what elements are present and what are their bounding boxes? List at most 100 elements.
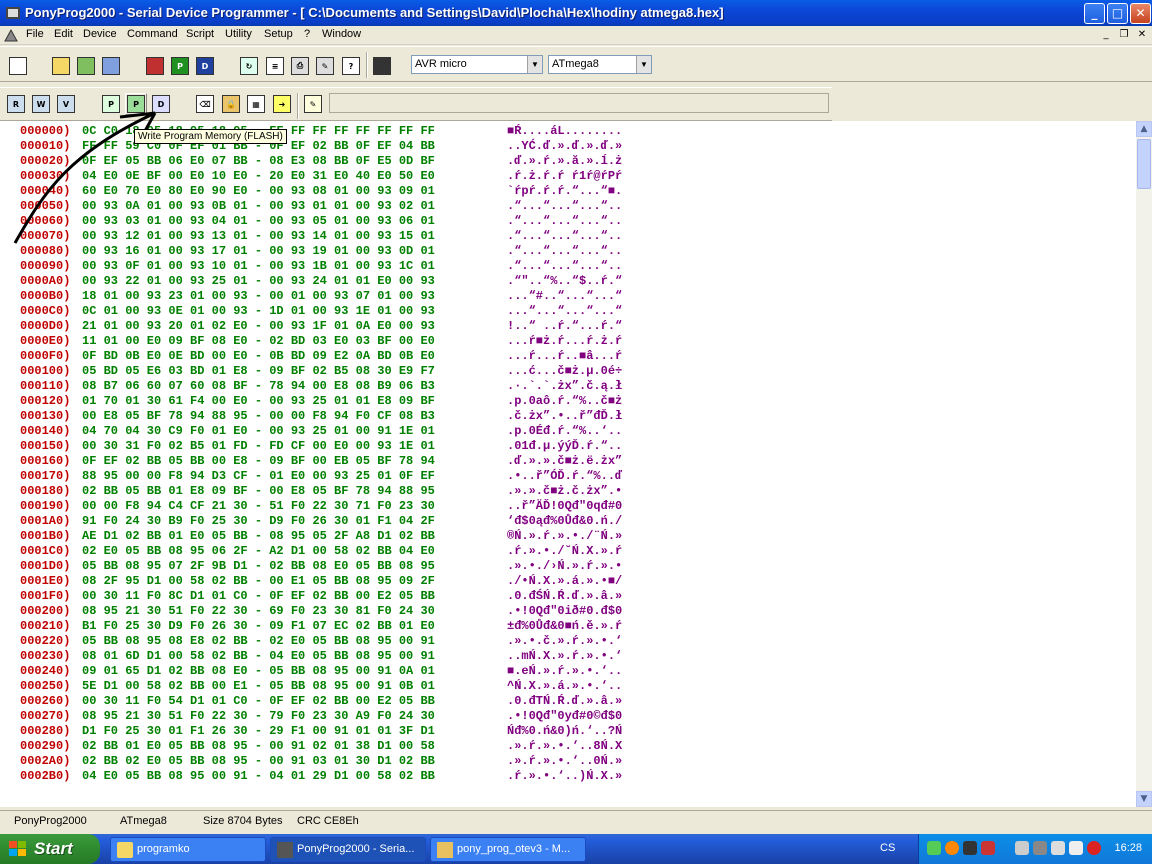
hex-row[interactable]: 0000D0) 21 01 00 93 20 01 02 E0 - 00 93 1… — [0, 319, 1136, 334]
row-ascii[interactable]: ^Ń.X.».á.».•.‘.. — [507, 679, 622, 693]
close-button[interactable]: ✕ — [1130, 3, 1151, 24]
open-program-button[interactable] — [75, 55, 97, 77]
row-hex-bytes[interactable]: 00 E8 05 BF 78 94 88 95 - 00 00 F8 94 F0… — [82, 409, 435, 423]
hex-row[interactable]: 0000C0) 0C 01 00 93 0E 01 00 93 - 1D 01 0… — [0, 304, 1136, 319]
scroll-up-button[interactable]: ▲ — [1136, 121, 1152, 137]
edit-note-button[interactable]: ≡ — [264, 55, 286, 77]
row-hex-bytes[interactable]: 00 30 31 F0 02 B5 01 FD - FD CF 00 E0 00… — [82, 439, 435, 453]
start-button[interactable]: Start — [0, 834, 100, 864]
hex-row[interactable]: 0001D0) 05 BB 08 95 07 2F 9B D1 - 02 BB 0… — [0, 559, 1136, 574]
row-ascii[interactable]: .p.0Éđ.ŕ.“%..‘.. — [507, 424, 622, 438]
row-ascii[interactable]: .“...“...“...“.. — [507, 244, 622, 258]
row-hex-bytes[interactable]: 01 70 01 30 61 F4 00 E0 - 00 93 25 01 01… — [82, 394, 435, 408]
mdi-restore-button[interactable]: ❐ — [1117, 29, 1131, 41]
lock-button[interactable]: 🔒 — [220, 93, 242, 115]
menu-utility[interactable]: Utility — [225, 28, 252, 40]
minimize-button[interactable]: _ — [1084, 3, 1105, 24]
row-ascii[interactable]: .ŕ.ż.ŕ.ŕ ŕ1ŕ@ŕPŕ — [507, 169, 622, 183]
hex-row[interactable]: 0001E0) 08 2F 95 D1 00 58 02 BB - 00 E1 0… — [0, 574, 1136, 589]
hex-row[interactable]: 000250) 5E D1 00 58 02 BB 00 E1 - 05 BB 0… — [0, 679, 1136, 694]
config-bits-button[interactable]: ▦ — [245, 93, 267, 115]
row-hex-bytes[interactable]: 5E D1 00 58 02 BB 00 E1 - 05 BB 08 95 00… — [82, 679, 435, 693]
menu-window[interactable]: Window — [322, 28, 361, 40]
note-field[interactable] — [329, 93, 829, 113]
open-button[interactable] — [50, 55, 72, 77]
row-ascii[interactable]: .·.`.`.żx”.č.ą.ł — [507, 379, 622, 393]
row-ascii[interactable]: ‘đ$0ąđ%0Ůđ&0.ń./ — [507, 514, 622, 528]
row-hex-bytes[interactable]: 05 BB 08 95 07 2F 9B D1 - 02 BB 08 E0 05… — [82, 559, 435, 573]
row-ascii[interactable]: .ď.».».č■ż.ë.żx” — [507, 454, 622, 468]
volume-icon[interactable] — [1069, 841, 1083, 855]
tray-icon-6[interactable] — [1033, 841, 1047, 855]
row-hex-bytes[interactable]: 88 95 00 00 F8 94 D3 CF - 01 E0 00 93 25… — [82, 469, 435, 483]
hex-row[interactable]: 000140) 04 70 04 30 C9 F0 01 E0 - 00 93 2… — [0, 424, 1136, 439]
vertical-scrollbar[interactable]: ▲ ▼ — [1136, 121, 1152, 807]
erase-button[interactable]: ⌫ — [194, 93, 216, 115]
save-button[interactable] — [144, 55, 166, 77]
device-type-select[interactable]: ATmega8 ▼ — [548, 55, 652, 74]
row-hex-bytes[interactable]: B1 F0 25 30 D9 F0 26 30 - 09 F1 07 EC 02… — [82, 619, 435, 633]
row-ascii[interactable]: ...ŕ...ŕ..■â...ŕ — [507, 349, 622, 363]
save-program-button[interactable]: P — [169, 55, 191, 77]
hex-row[interactable]: 0001F0) 00 30 11 F0 8C D1 01 C0 - 0F EF 0… — [0, 589, 1136, 604]
hex-row[interactable]: 0000E0) 11 01 00 E0 09 BF 08 E0 - 02 BD 0… — [0, 334, 1136, 349]
row-ascii[interactable]: .“...“...“...“.. — [507, 259, 622, 273]
program-button[interactable]: ➜ — [271, 93, 293, 115]
document-icon[interactable] — [3, 28, 19, 43]
reload-button[interactable]: ↻ — [238, 55, 260, 77]
hex-row[interactable]: 000100) 05 BD 05 E6 03 BD 01 E8 - 09 BF 0… — [0, 364, 1136, 379]
row-ascii[interactable]: .0.đŚŃ.Ŕ.ď.».â.» — [507, 589, 622, 603]
hex-row[interactable]: 000170) 88 95 00 00 F8 94 D3 CF - 01 E0 0… — [0, 469, 1136, 484]
row-ascii[interactable]: Ńđ%0.ń&0)ń.‘..?Ń — [507, 724, 622, 738]
row-hex-bytes[interactable]: 08 01 6D D1 00 58 02 BB - 04 E0 05 BB 08… — [82, 649, 435, 663]
row-hex-bytes[interactable]: 00 93 22 01 00 93 25 01 - 00 93 24 01 01… — [82, 274, 435, 288]
row-hex-bytes[interactable]: 02 BB 02 E0 05 BB 08 95 - 00 91 03 01 30… — [82, 754, 435, 768]
row-ascii[interactable]: !..“ ..ŕ.“...ŕ.“ — [507, 319, 622, 333]
security-icon[interactable] — [1087, 841, 1101, 855]
row-ascii[interactable]: ...“#..“...“...“ — [507, 289, 622, 303]
hex-row[interactable]: 000180) 02 BB 05 BB 01 E8 09 BF - 00 E8 0… — [0, 484, 1136, 499]
row-hex-bytes[interactable]: 08 95 21 30 51 F0 22 30 - 69 F0 23 30 81… — [82, 604, 435, 618]
row-ascii[interactable]: ■.eŃ.».ŕ.».•.‘.. — [507, 664, 622, 678]
hex-row[interactable]: 0001C0) 02 E0 05 BB 08 95 06 2F - A2 D1 0… — [0, 544, 1136, 559]
tray-icon-4[interactable] — [981, 841, 995, 855]
row-ascii[interactable]: ®Ń.».ŕ.».•./¨Ń.» — [507, 529, 622, 543]
row-ascii[interactable]: .ď.».ŕ.».ă.».ĺ.ż — [507, 154, 622, 168]
row-hex-bytes[interactable]: 08 2F 95 D1 00 58 02 BB - 00 E1 05 BB 08… — [82, 574, 435, 588]
row-ascii[interactable]: `ŕpŕ.ŕ.ŕ.“...“■. — [507, 184, 622, 198]
hex-row[interactable]: 000260) 00 30 11 F0 54 D1 01 C0 - 0F EF 0… — [0, 694, 1136, 709]
row-ascii[interactable]: ...ć...č■ż.µ.0é÷ — [507, 364, 622, 378]
row-hex-bytes[interactable]: 00 00 F8 94 C4 CF 21 30 - 51 F0 22 30 71… — [82, 499, 435, 513]
new-window-button[interactable] — [7, 55, 29, 77]
title-bar[interactable]: PonyProg2000 - Serial Device Programmer … — [0, 0, 1152, 26]
row-ascii[interactable]: .“...“...“...“.. — [507, 229, 622, 243]
hex-row[interactable]: 0000B0) 18 01 00 93 23 01 00 93 - 00 01 0… — [0, 289, 1136, 304]
tray-icon-5[interactable] — [1015, 841, 1029, 855]
hex-row[interactable]: 0002A0) 02 BB 02 E0 05 BB 08 95 - 00 91 0… — [0, 754, 1136, 769]
hex-row[interactable]: 000110) 08 B7 06 60 07 60 08 BF - 78 94 0… — [0, 379, 1136, 394]
menu-script[interactable]: Script — [186, 28, 214, 40]
row-hex-bytes[interactable]: 00 30 11 F0 8C D1 01 C0 - 0F EF 02 BB 00… — [82, 589, 435, 603]
row-ascii[interactable]: .“...“...“...“.. — [507, 199, 622, 213]
row-hex-bytes[interactable]: 91 F0 24 30 B9 F0 25 30 - D9 F0 26 30 01… — [82, 514, 435, 528]
row-ascii[interactable]: ...“...“...“...“ — [507, 304, 622, 318]
menu-file[interactable]: File — [26, 28, 44, 40]
hex-row[interactable]: 000230) 08 01 6D D1 00 58 02 BB - 04 E0 0… — [0, 649, 1136, 664]
task-programko[interactable]: programko — [110, 837, 266, 862]
hex-row[interactable]: 0001B0) AE D1 02 BB 01 E0 05 BB - 08 95 0… — [0, 529, 1136, 544]
row-ascii[interactable]: .•..ř”ÓĎ.ŕ.“%..ď — [507, 469, 622, 483]
hex-row[interactable]: 0001A0) 91 F0 24 30 B9 F0 25 30 - D9 F0 2… — [0, 514, 1136, 529]
menu-device[interactable]: Device — [83, 28, 117, 40]
menu-help[interactable]: ? — [304, 28, 310, 40]
row-ascii[interactable]: ..ř”ÄĎ!0Qđ"0qđ#0 — [507, 499, 622, 513]
hex-row[interactable]: 000120) 01 70 01 30 61 F4 00 E0 - 00 93 2… — [0, 394, 1136, 409]
row-hex-bytes[interactable]: 11 01 00 E0 09 BF 08 E0 - 02 BD 03 E0 03… — [82, 334, 435, 348]
hex-row[interactable]: 000280) D1 F0 25 30 01 F1 26 30 - 29 F1 0… — [0, 724, 1136, 739]
menu-command[interactable]: Command — [127, 28, 178, 40]
print-button[interactable]: ⎙ — [289, 55, 311, 77]
hex-row[interactable]: 000190) 00 00 F8 94 C4 CF 21 30 - 51 F0 2… — [0, 499, 1136, 514]
row-ascii[interactable]: .».ŕ.».•.‘..8Ń.X — [507, 739, 622, 753]
row-ascii[interactable]: .p.0aô.ŕ.“%..č■ż — [507, 394, 622, 408]
row-ascii[interactable]: .».».č■ż.č.żx”.• — [507, 484, 622, 498]
row-hex-bytes[interactable]: 00 93 0F 01 00 93 10 01 - 00 93 1B 01 00… — [82, 259, 435, 273]
